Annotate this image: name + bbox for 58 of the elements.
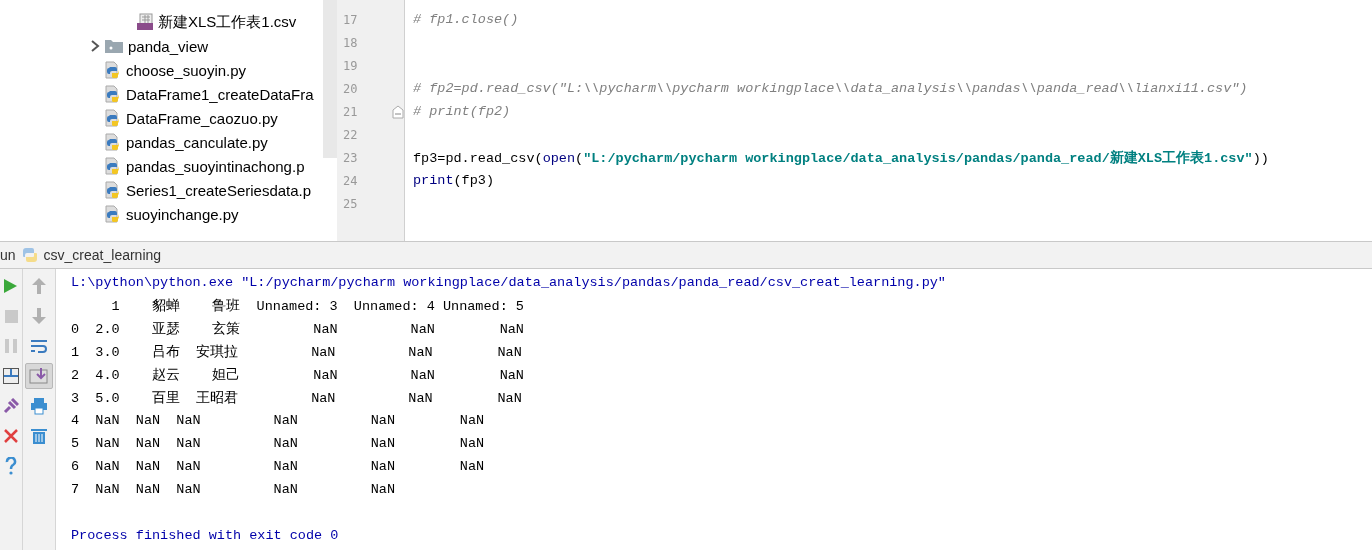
down-arrow-icon[interactable]	[32, 308, 46, 324]
tree-item[interactable]: 新建XLS工作表1.csv	[158, 12, 297, 32]
tree-item[interactable]: Series1_createSeriesdata.p	[126, 181, 312, 199]
line-number: 25	[343, 196, 358, 211]
line-number: 24	[343, 173, 358, 188]
python-file-icon	[104, 61, 122, 79]
console-output-line: 1 3.0 吕布 安琪拉 NaN NaN NaN	[71, 343, 522, 361]
line-number: 20	[343, 81, 358, 96]
python-icon	[21, 247, 38, 263]
tree-item[interactable]: pandas_suoyintinachong.p	[126, 157, 305, 175]
printer-icon[interactable]	[30, 397, 48, 415]
close-icon[interactable]	[4, 429, 18, 443]
console-output-line: 2 4.0 赵云 妲己 NaN NaN NaN	[71, 366, 524, 384]
code-line: # fp2=pd.read_csv("L:\\pycharm\\pycharm workingplace\\data_analysis\\pandas\\panda_read\\lianxi11.csv")	[413, 81, 1248, 96]
console-output-line: 0 2.0 亚瑟 玄策 NaN NaN NaN	[71, 320, 524, 338]
line-number: 17	[343, 12, 358, 27]
line-number: 21	[343, 104, 358, 119]
line-number: 18	[343, 35, 358, 50]
console-output-line: 3 5.0 百里 王昭君 NaN NaN NaN	[71, 389, 522, 407]
python-file-icon	[104, 85, 122, 103]
scroll-to-end-icon[interactable]	[29, 367, 49, 385]
line-number: 19	[343, 58, 358, 73]
code-line: # fp1.close()	[413, 12, 519, 27]
python-file-icon	[104, 109, 122, 127]
up-arrow-icon[interactable]	[32, 278, 46, 294]
tree-item[interactable]: DataFrame_caozuo.py	[126, 109, 278, 127]
console-output-line: L:\python\python.exe "L:/pycharm/pycharm workingplace/data_analysis/pandas/panda_read/csv_creat_learning.py"	[71, 275, 946, 290]
tree-item[interactable]: pandas_canculate.py	[126, 133, 268, 151]
run-icon[interactable]	[4, 278, 18, 294]
csv-file-icon	[136, 13, 154, 31]
python-file-icon	[104, 133, 122, 151]
tree-item[interactable]: choose_suoyin.py	[126, 61, 247, 79]
console-output-line: 6 NaN NaN NaN NaN NaN NaN	[71, 459, 485, 474]
tree-item[interactable]: DataFrame1_createDataFra	[126, 85, 314, 103]
tree-item[interactable]: suoyinchange.py	[126, 205, 239, 223]
code-line: # print(fp2)	[413, 104, 511, 119]
soft-wrap-icon[interactable]	[30, 338, 48, 354]
help-icon[interactable]	[5, 457, 17, 475]
run-configuration-name[interactable]: csv_creat_learning	[43, 247, 162, 263]
console-output-line: Process finished with exit code 0	[71, 528, 339, 543]
console-output-line: 5 NaN NaN NaN NaN NaN NaN	[71, 436, 485, 451]
python-file-icon	[104, 157, 122, 175]
line-number: 23	[343, 150, 358, 165]
code-line: print(fp3)	[413, 173, 495, 188]
layout-icon[interactable]	[3, 368, 19, 384]
console-output-line: 1 貂蝉 鲁班 Unnamed: 3 Unnamed: 4 Unnamed: 5	[110, 297, 524, 315]
folder-icon	[104, 38, 124, 54]
expand-chevron-icon[interactable]	[90, 40, 100, 52]
python-file-icon	[104, 181, 122, 199]
trash-icon[interactable]	[31, 427, 47, 445]
line-number: 22	[343, 127, 358, 142]
console-output-line: 7 NaN NaN NaN NaN NaN	[71, 482, 396, 497]
fold-marker-icon[interactable]	[392, 104, 404, 119]
python-file-icon	[104, 205, 122, 223]
console-output-line: 4 NaN NaN NaN NaN NaN NaN	[71, 413, 485, 428]
code-line: fp3=pd.read_csv(open("L:/pycharm/pycharm workingplace/data_analysis/pandas/panda_read/新建XLS工作表1.csv"))	[413, 149, 1269, 167]
run-tab-label[interactable]: un	[0, 247, 16, 263]
tree-item[interactable]: panda_view	[128, 37, 209, 55]
